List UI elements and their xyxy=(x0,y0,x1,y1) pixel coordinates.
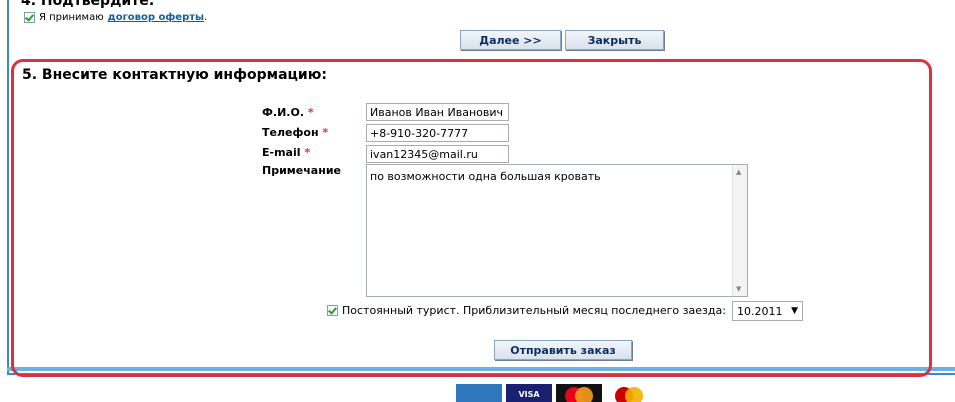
fio-label: Ф.И.О. xyxy=(262,106,305,119)
american-express-card-icon xyxy=(456,384,502,402)
offer-agreement-link[interactable]: договор оферты xyxy=(108,12,204,23)
svg-text:VISA: VISA xyxy=(518,390,540,399)
phone-label: Телефон xyxy=(262,126,319,139)
submit-order-button[interactable]: Отправить заказ xyxy=(494,340,632,360)
regular-tourist-label: Постоянный турист. Приблизительный месяц… xyxy=(342,304,726,317)
regular-tourist-row: Постоянный турист. Приблизительный месяц… xyxy=(327,304,726,317)
scroll-up-icon[interactable]: ▲ xyxy=(736,168,741,176)
email-label-row: E-mail * xyxy=(262,146,310,159)
contact-section-title: 5. Внесите контактную информацию: xyxy=(22,67,327,83)
accept-offer-prefix: Я принимаю xyxy=(39,12,104,23)
accept-offer-suffix: . xyxy=(204,12,208,23)
step4-title: 4. Подтвердите: xyxy=(21,0,155,9)
note-text: по возможности одна большая кровать xyxy=(370,170,601,183)
scroll-down-icon[interactable]: ▼ xyxy=(736,285,741,293)
close-button[interactable]: Закрыть xyxy=(565,30,664,50)
visa-card-icon: VISA xyxy=(506,384,552,402)
phone-required-mark: * xyxy=(322,126,329,139)
note-label: Примечание xyxy=(262,164,341,177)
payment-icons: VISA xyxy=(456,384,652,402)
regular-tourist-checkbox[interactable] xyxy=(327,305,338,316)
last-visit-month-select[interactable]: 10.2011 ▼ xyxy=(732,301,803,321)
email-label: E-mail xyxy=(262,146,301,159)
chevron-down-icon: ▼ xyxy=(791,306,798,316)
email-input[interactable]: ivan12345@mail.ru xyxy=(366,145,509,163)
note-scrollbar[interactable]: ▲ ▼ xyxy=(732,165,747,296)
fio-label-row: Ф.И.О. * xyxy=(262,106,314,119)
accept-offer-row: Я принимаю договор оферты . xyxy=(24,12,207,23)
note-textarea[interactable]: по возможности одна большая кровать ▲ ▼ xyxy=(366,164,748,297)
fio-required-mark: * xyxy=(307,106,314,119)
last-visit-month-value: 10.2011 xyxy=(737,304,783,318)
phone-label-row: Телефон * xyxy=(262,126,328,139)
maestro-card-icon xyxy=(606,384,652,402)
mastercard-icon xyxy=(556,384,602,402)
email-required-mark: * xyxy=(304,146,311,159)
accept-offer-checkbox[interactable] xyxy=(24,12,35,23)
phone-input[interactable]: +8-910-320-7777 xyxy=(366,124,509,142)
fio-input[interactable]: Иванов Иван Иванович xyxy=(366,103,509,121)
next-button[interactable]: Далее >> xyxy=(460,30,561,50)
